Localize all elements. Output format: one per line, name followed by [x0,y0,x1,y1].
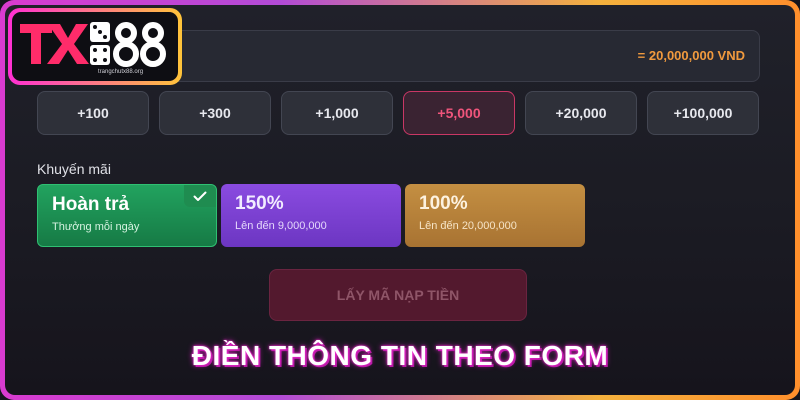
chip-20000[interactable]: +20,000 [525,91,637,135]
chip-100[interactable]: +100 [37,91,149,135]
promotions-title: Khuyến mãi [37,161,111,177]
chip-100000[interactable]: +100,000 [647,91,759,135]
quick-amount-chips: +100 +300 +1,000 +5,000 +20,000 +100,000 [37,91,760,135]
converted-amount: = 20,000,000 VND [637,48,745,63]
promo-name: 150% [235,193,284,214]
brand-logo: trangchutx88.org [8,8,182,85]
promo-card-150[interactable]: 150% Lên đến 9,000,000 [221,184,401,247]
tx88-logo-mark [20,22,166,67]
promo-name: Hoàn trả [52,194,130,215]
logo-inner: trangchutx88.org [12,12,178,81]
logo-site-text: trangchutx88.org [98,69,144,75]
check-icon [193,191,207,201]
promo-sub: Lên đến 9,000,000 [235,220,327,232]
promo-name: 100% [419,193,468,214]
selected-badge [184,185,216,207]
chip-300[interactable]: +300 [159,91,271,135]
dice-icon [90,22,110,65]
caption-text: ĐIỀN THÔNG TIN THEO FORM [191,340,609,371]
promo-sub: Lên đến 20,000,000 [419,220,517,232]
chip-5000[interactable]: +5,000 [403,91,515,135]
promo-card-hoan-tra[interactable]: Hoàn trả Thưởng mỗi ngày [37,184,217,247]
promo-card-100[interactable]: 100% Lên đến 20,000,000 [405,184,585,247]
chip-1000[interactable]: +1,000 [281,91,393,135]
promo-sub: Thưởng mỗi ngày [52,221,140,233]
get-deposit-code-button[interactable]: LẤY MÃ NẠP TIỀN [269,269,527,321]
